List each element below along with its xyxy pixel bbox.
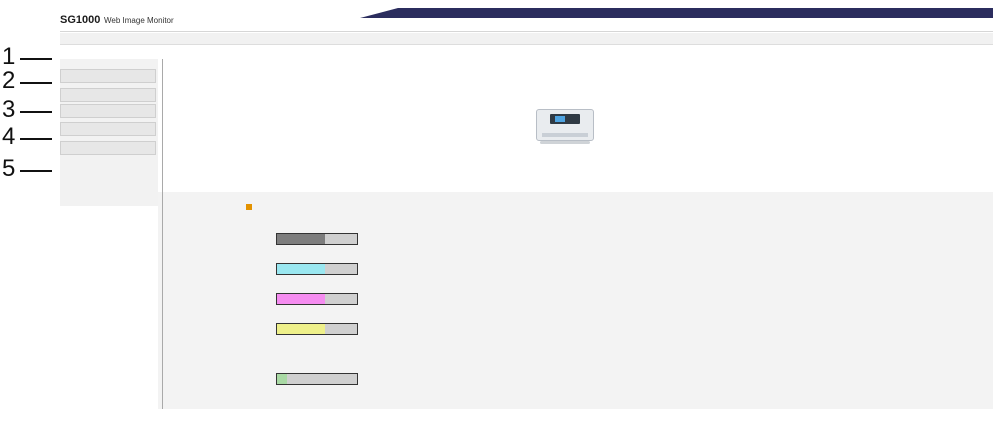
ink-level-fill — [277, 374, 287, 384]
ink-row — [158, 288, 378, 306]
ink-row — [158, 368, 378, 386]
printer-screen — [555, 116, 565, 122]
content-divider — [162, 59, 163, 409]
callout-2: 2 — [0, 67, 58, 94]
ink-level-fill — [277, 294, 325, 304]
app-title: Web Image Monitor — [104, 16, 174, 25]
breadcrumb-bar — [60, 33, 993, 45]
printer-shadow — [540, 141, 590, 144]
warning-icon — [246, 204, 252, 210]
ink-level-bar — [276, 233, 358, 245]
ink-level-bar — [276, 293, 358, 305]
sidebar-item-4[interactable] — [60, 122, 156, 136]
header-band — [360, 8, 993, 18]
sidebar-item-1[interactable] — [60, 69, 156, 83]
web-image-monitor: SG1000 Web Image Monitor — [60, 8, 993, 440]
callout-line — [20, 138, 52, 140]
callout-1: 1 — [0, 43, 58, 70]
ink-level-fill — [277, 234, 325, 244]
callout-line — [20, 111, 52, 113]
app-header: SG1000 Web Image Monitor — [60, 8, 993, 32]
printer-tray — [542, 133, 588, 137]
callout-line — [20, 58, 52, 60]
device-info-panel — [158, 59, 993, 192]
ink-row — [158, 228, 378, 246]
callout-3: 3 — [0, 96, 58, 123]
model-name: SG1000 — [60, 14, 101, 26]
callout-number: 5 — [2, 155, 16, 182]
sidebar-item-2[interactable] — [60, 88, 156, 102]
callout-4: 4 — [0, 123, 58, 150]
callout-line — [20, 82, 52, 84]
ink-row — [158, 258, 378, 276]
sidebar-item-5[interactable] — [60, 141, 156, 155]
toolbar — [60, 45, 993, 59]
callout-markers: 1 2 3 4 5 — [0, 0, 60, 448]
sidebar — [60, 59, 158, 206]
toolbar-tools — [969, 48, 987, 54]
ink-level-bar — [276, 373, 358, 385]
callout-number: 2 — [2, 67, 16, 94]
ink-level-bar — [276, 263, 358, 275]
callout-5: 5 — [0, 155, 58, 182]
callout-number: 1 — [2, 43, 16, 70]
ink-level-fill — [277, 324, 325, 334]
callout-number: 4 — [2, 123, 16, 150]
main-content — [158, 59, 993, 409]
ink-row — [158, 318, 378, 336]
callout-number: 3 — [2, 96, 16, 123]
ink-level-bar — [276, 323, 358, 335]
status-panel — [158, 192, 993, 409]
ink-level-fill — [277, 264, 325, 274]
sidebar-item-3[interactable] — [60, 104, 156, 118]
callout-line — [20, 170, 52, 172]
printer-image — [536, 103, 594, 145]
